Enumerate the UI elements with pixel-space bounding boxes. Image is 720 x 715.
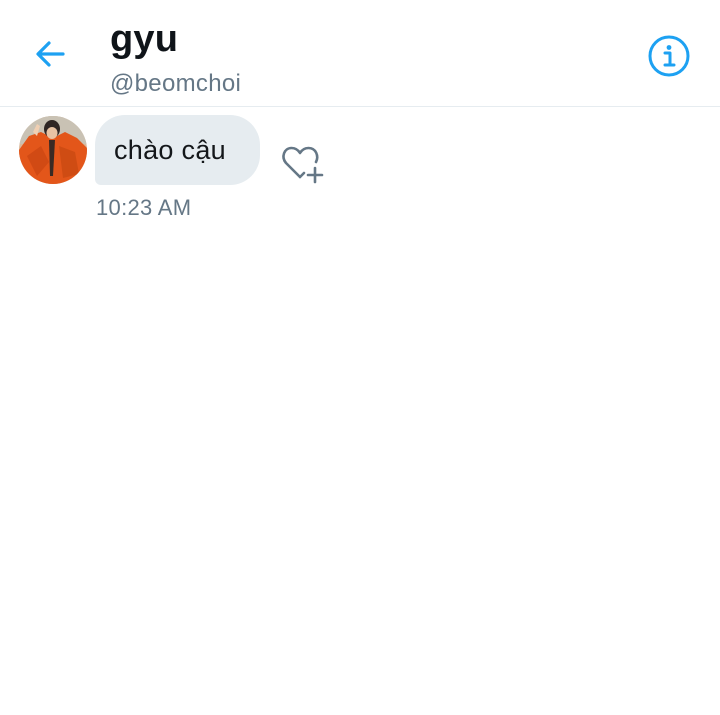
sender-avatar[interactable] [19,116,87,184]
message-timestamp: 10:23 AM [96,195,192,220]
info-button[interactable] [647,34,691,78]
heart-plus-icon [282,146,324,184]
message-text: chào cậu [114,134,226,165]
info-circle-icon [648,35,690,77]
message-bubble[interactable]: chào cậu [95,115,260,185]
conversation-header: gyu @beomchoi [0,0,720,107]
arrow-left-icon [36,41,65,67]
user-avatar [19,116,87,184]
back-button[interactable] [30,34,70,74]
conversation-display-name: gyu [110,18,179,60]
add-reaction-button[interactable] [280,143,326,185]
conversation-handle: @beomchoi [110,70,242,97]
dm-conversation-screen: gyu @beomchoi chào cậu 10:23 AM [0,0,720,715]
